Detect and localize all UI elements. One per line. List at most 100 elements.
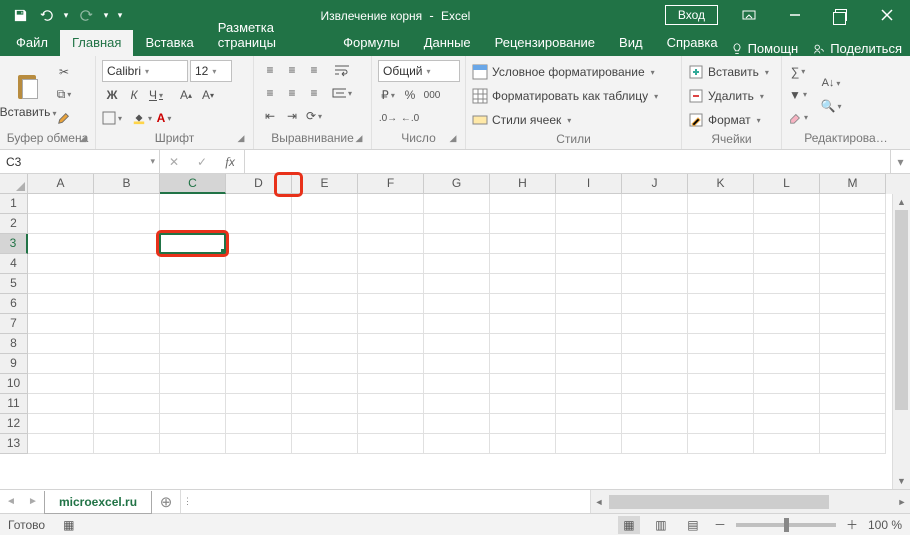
cell[interactable] bbox=[160, 374, 226, 394]
cell[interactable] bbox=[754, 194, 820, 214]
cell[interactable] bbox=[490, 214, 556, 234]
row-header[interactable]: 9 bbox=[0, 354, 28, 374]
cell[interactable] bbox=[490, 234, 556, 254]
cell[interactable] bbox=[490, 354, 556, 374]
font-color-button[interactable]: A▾ bbox=[154, 108, 174, 128]
row-header[interactable]: 10 bbox=[0, 374, 28, 394]
row-header[interactable]: 12 bbox=[0, 414, 28, 434]
cell[interactable] bbox=[556, 254, 622, 274]
clear-button[interactable]: ▾ bbox=[788, 108, 808, 128]
cell[interactable] bbox=[160, 314, 226, 334]
worksheet-grid[interactable]: ABCDEFGHIJKLM 12345678910111213 ▲ ▼ bbox=[0, 174, 910, 489]
sort-filter-button[interactable]: A↓▾ bbox=[818, 73, 844, 93]
align-middle-button[interactable]: ≡ bbox=[282, 60, 302, 80]
zoom-slider[interactable] bbox=[736, 523, 836, 527]
cell[interactable] bbox=[160, 214, 226, 234]
cell[interactable] bbox=[622, 334, 688, 354]
tab-scroll-divider[interactable]: ⋮ bbox=[180, 490, 194, 513]
qat-customize[interactable]: ▾ bbox=[114, 10, 126, 21]
cell[interactable] bbox=[622, 214, 688, 234]
cell[interactable] bbox=[424, 434, 490, 454]
restore-button[interactable] bbox=[818, 0, 864, 30]
undo-dropdown[interactable]: ▾ bbox=[60, 10, 72, 21]
cell[interactable] bbox=[490, 414, 556, 434]
percent-format-button[interactable]: % bbox=[400, 85, 420, 105]
column-header[interactable]: G bbox=[424, 174, 490, 194]
cell[interactable] bbox=[94, 274, 160, 294]
column-header[interactable]: D bbox=[226, 174, 292, 194]
cell[interactable] bbox=[490, 314, 556, 334]
cell[interactable] bbox=[160, 394, 226, 414]
tab-data[interactable]: Данные bbox=[412, 30, 483, 56]
paste-button[interactable]: Вставить▾ bbox=[6, 60, 50, 129]
cell[interactable] bbox=[94, 234, 160, 254]
format-cells-button[interactable]: Формат▾ bbox=[688, 110, 775, 130]
cell[interactable] bbox=[94, 414, 160, 434]
cell[interactable] bbox=[688, 314, 754, 334]
cell[interactable] bbox=[556, 434, 622, 454]
cell[interactable] bbox=[622, 354, 688, 374]
cell[interactable] bbox=[820, 394, 886, 414]
cell[interactable] bbox=[160, 414, 226, 434]
tab-insert[interactable]: Вставка bbox=[133, 30, 205, 56]
sheet-nav-prev[interactable]: ◄ bbox=[0, 496, 22, 507]
row-header[interactable]: 7 bbox=[0, 314, 28, 334]
cell[interactable] bbox=[160, 254, 226, 274]
cell[interactable] bbox=[292, 374, 358, 394]
cell[interactable] bbox=[820, 214, 886, 234]
tab-review[interactable]: Рецензирование bbox=[483, 30, 607, 56]
zoom-percent[interactable]: 100 % bbox=[868, 518, 902, 532]
cell[interactable] bbox=[28, 214, 94, 234]
tab-file[interactable]: Файл bbox=[4, 30, 60, 56]
cell[interactable] bbox=[622, 274, 688, 294]
font-dialog-launcher[interactable]: ◢ bbox=[235, 133, 247, 145]
cell[interactable] bbox=[358, 314, 424, 334]
align-bottom-button[interactable]: ≡ bbox=[304, 60, 324, 80]
cell[interactable] bbox=[226, 214, 292, 234]
cell[interactable] bbox=[358, 374, 424, 394]
horizontal-scrollbar[interactable]: ◄ ► bbox=[590, 490, 910, 513]
cell[interactable] bbox=[688, 434, 754, 454]
cell[interactable] bbox=[490, 194, 556, 214]
column-header[interactable]: K bbox=[688, 174, 754, 194]
cell[interactable] bbox=[820, 414, 886, 434]
zoom-out-button[interactable]: － bbox=[714, 516, 726, 533]
cell[interactable] bbox=[754, 374, 820, 394]
column-header[interactable]: H bbox=[490, 174, 556, 194]
orientation-button[interactable]: ⟳▾ bbox=[304, 106, 324, 126]
cell[interactable] bbox=[28, 234, 94, 254]
italic-button[interactable]: К bbox=[124, 85, 144, 105]
copy-button[interactable]: ⧉▾ bbox=[54, 85, 74, 105]
cell[interactable] bbox=[490, 334, 556, 354]
page-break-view-button[interactable]: ▤ bbox=[682, 516, 704, 534]
delete-cells-button[interactable]: Удалить▾ bbox=[688, 86, 775, 106]
column-header[interactable]: A bbox=[28, 174, 94, 194]
cell[interactable] bbox=[754, 414, 820, 434]
row-header[interactable]: 5 bbox=[0, 274, 28, 294]
cell[interactable] bbox=[754, 354, 820, 374]
cell[interactable] bbox=[292, 394, 358, 414]
tab-view[interactable]: Вид bbox=[607, 30, 655, 56]
cell[interactable] bbox=[358, 234, 424, 254]
cell[interactable] bbox=[292, 354, 358, 374]
cell[interactable] bbox=[754, 274, 820, 294]
new-sheet-button[interactable]: ⊕ bbox=[152, 493, 180, 511]
cell[interactable] bbox=[94, 394, 160, 414]
cell[interactable] bbox=[820, 234, 886, 254]
cell[interactable] bbox=[94, 314, 160, 334]
wrap-text-button[interactable] bbox=[332, 60, 352, 80]
merge-center-button[interactable]: ▾ bbox=[332, 83, 352, 103]
cell-styles-button[interactable]: Стили ячеек▾ bbox=[472, 110, 675, 130]
cell[interactable] bbox=[226, 354, 292, 374]
increase-font-button[interactable]: A▴ bbox=[176, 85, 196, 105]
cell[interactable] bbox=[622, 314, 688, 334]
cell[interactable] bbox=[424, 394, 490, 414]
cell[interactable] bbox=[28, 434, 94, 454]
row-header[interactable]: 8 bbox=[0, 334, 28, 354]
cell[interactable] bbox=[28, 374, 94, 394]
insert-function-button[interactable]: fx bbox=[216, 154, 244, 170]
clipboard-dialog-launcher[interactable]: ◢ bbox=[77, 133, 89, 145]
tab-formulas[interactable]: Формулы bbox=[331, 30, 412, 56]
cell[interactable] bbox=[358, 354, 424, 374]
cell[interactable] bbox=[688, 234, 754, 254]
